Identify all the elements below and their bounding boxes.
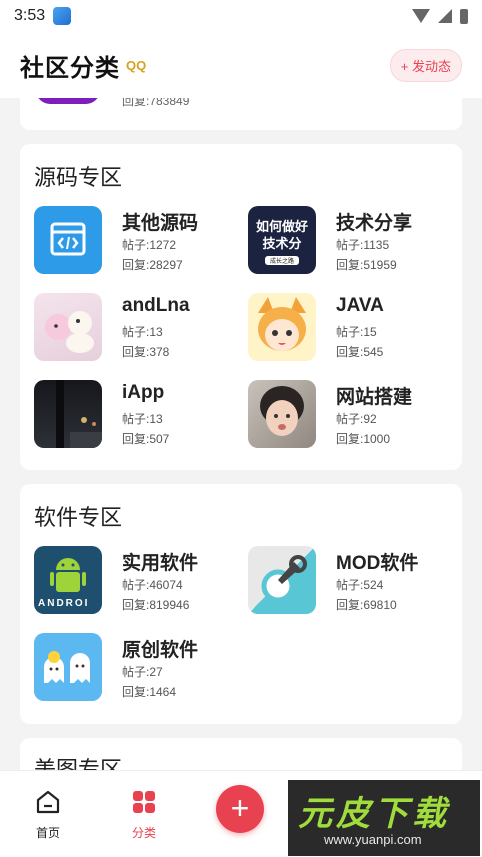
category-item-iapp[interactable]: iApp 帖子:13 回复:507 (34, 380, 244, 448)
item-replies: 回复:378 (122, 345, 170, 359)
category-item-original-software[interactable]: 原创软件 帖子:27 回复:1464 (34, 633, 244, 701)
item-posts: 帖子:1135 (336, 238, 390, 252)
create-post-button[interactable]: + (216, 785, 264, 833)
category-item-java[interactable]: JAVA 帖子:15 回复:545 (248, 293, 458, 361)
section-title: 软件专区 (34, 505, 123, 530)
item-posts: 帖子:15 (336, 325, 377, 339)
item-replies: 回复:1000 (336, 432, 391, 446)
signal-icon (438, 9, 452, 23)
item-replies: 回复:545 (336, 345, 384, 359)
item-replies: 回复:69810 (336, 598, 397, 612)
item-replies: 回复:507 (122, 432, 170, 446)
thumb-subtext: 成长之路 (265, 256, 299, 265)
home-icon (36, 790, 60, 814)
category-item-other-source[interactable]: 其他源码 帖子:1272 回复:28297 (34, 206, 244, 274)
item-posts: 帖子:13 (122, 325, 163, 339)
status-time: 3:53 (14, 7, 46, 24)
category-item-website-build[interactable]: 网站搭建 帖子:92 回复:1000 (248, 380, 458, 448)
item-posts: 帖子:524 (336, 578, 384, 592)
item-posts: 帖子:92 (336, 412, 377, 426)
watermark-url: www.yuanpi.com (324, 832, 422, 847)
item-replies: 回复:819946 (122, 598, 190, 612)
wrench-gear-icon (248, 546, 316, 614)
page-title: 社区分类 (20, 54, 120, 82)
category-item-tech-share[interactable]: 如何做好 技术分 成长之路 技术分享 帖子:1135 回复:51959 (248, 206, 458, 274)
tech-share-thumbnail: 如何做好 技术分 成长之路 (248, 206, 316, 274)
ghosts-icon (34, 633, 102, 701)
item-posts: 帖子:13 (122, 412, 163, 426)
tab-home[interactable]: 首页 (18, 789, 78, 841)
partial-reply-count: 回复:783849 (122, 98, 190, 108)
wifi-icon (412, 9, 430, 23)
item-name: MOD软件 (336, 553, 419, 574)
tab-home-label: 首页 (35, 826, 60, 840)
tab-category[interactable]: 分类 (114, 789, 174, 841)
plush-toy-thumbnail (34, 293, 102, 361)
item-name: 其他源码 (122, 213, 199, 234)
selfie-thumbnail (248, 380, 316, 448)
item-name: 技术分享 (336, 213, 413, 234)
battery-icon (460, 8, 468, 24)
item-name: 原创软件 (122, 640, 199, 661)
item-name: 网站搭建 (336, 387, 413, 408)
section-title: 源码专区 (34, 165, 123, 190)
post-status-button[interactable]: + 发动态 (389, 48, 462, 82)
item-posts: 帖子:1272 (122, 238, 177, 252)
item-name: iApp (122, 382, 165, 403)
section-card-source-code: 源码专区 其他源码 帖子:1272 回复:28297 如何做好 技术分 成长之路… (20, 144, 462, 470)
item-posts: 帖子:46074 (122, 578, 183, 592)
partial-thumbnail[interactable] (36, 98, 100, 104)
category-item-mod-software[interactable]: MOD软件 帖子:524 回复:69810 (248, 546, 458, 614)
status-bar: 3:53 (0, 0, 482, 32)
item-name: andLna (122, 295, 190, 316)
status-icons (412, 8, 468, 24)
tab-category-label: 分类 (131, 826, 156, 840)
android-wordmark: ANDROI (38, 598, 90, 609)
item-replies: 回复:1464 (122, 685, 177, 699)
app-notification-icon (53, 7, 72, 25)
site-watermark: 元皮下载 www.yuanpi.com (288, 780, 480, 856)
item-name: 实用软件 (122, 553, 199, 574)
anime-fox-girl-thumbnail (248, 293, 316, 361)
item-name: JAVA (336, 295, 384, 316)
section-card-software: 软件专区 ANDROI 实用软件 帖子:46074 回复:819946 MOD软… (20, 484, 462, 724)
previous-section-card: 回复:783849 (20, 98, 462, 130)
thumb-text: 如何做好 技术分 (255, 219, 308, 251)
watermark-title: 元皮下载 (298, 795, 450, 833)
category-item-practical-software[interactable]: ANDROI 实用软件 帖子:46074 回复:819946 (34, 546, 244, 614)
grid-icon (133, 791, 155, 813)
code-window-icon (34, 206, 102, 274)
title-badge: QQ (126, 57, 147, 73)
item-replies: 回复:51959 (336, 258, 397, 272)
android-robot-icon: ANDROI (34, 546, 102, 614)
page-header: 社区分类 QQ + 发动态 (0, 32, 482, 98)
item-posts: 帖子:27 (122, 665, 163, 679)
item-replies: 回复:28297 (122, 258, 183, 272)
night-street-thumbnail (34, 380, 102, 448)
category-item-andlna[interactable]: andLna 帖子:13 回复:378 (34, 293, 244, 361)
